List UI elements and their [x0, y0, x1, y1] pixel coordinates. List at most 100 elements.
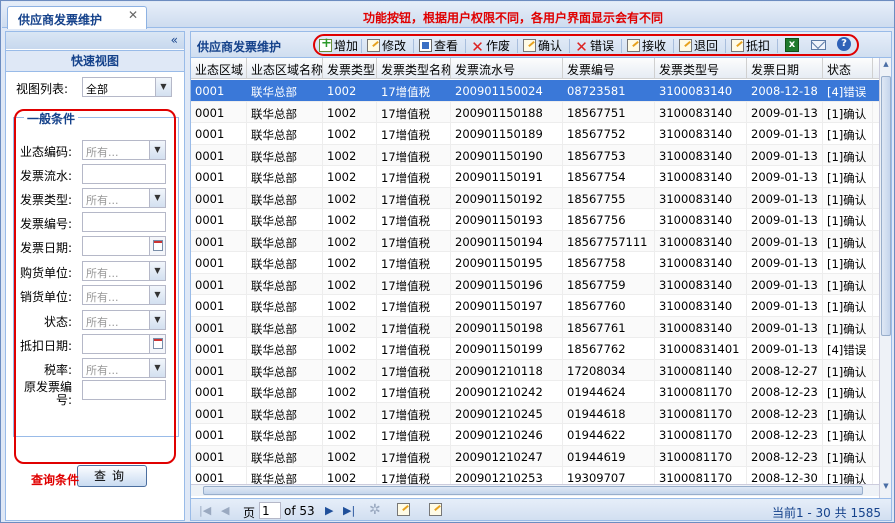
table-cell: 0001: [191, 338, 247, 359]
table-cell: 3100083140: [655, 80, 747, 101]
table-row[interactable]: 0001 联华总部 1002 17增值税 200901150198 18567761 310…: [191, 316, 879, 338]
next-page-icon[interactable]: ▶: [325, 504, 333, 517]
table-cell: 200901150198: [451, 316, 563, 338]
table-cell: 2009-01-13: [747, 123, 823, 144]
table-cell: 联华总部: [247, 123, 323, 144]
query-button[interactable]: 查询: [77, 465, 147, 487]
table-cell: [1]确认: [823, 316, 873, 338]
column-header[interactable]: 发票日期: [747, 58, 823, 79]
deduct-button[interactable]: 抵扣: [731, 37, 770, 55]
view-button[interactable]: 查看: [419, 37, 458, 55]
scroll-down-icon[interactable]: ▼: [881, 482, 891, 494]
table-cell: 3100083140: [655, 209, 747, 230]
table-row[interactable]: 0001 联华总部 1002 17增值税 200901150196 18567759 310…: [191, 273, 879, 295]
table-row[interactable]: 0001 联华总部 1002 17增值税 200901150191 18567754 310…: [191, 166, 879, 188]
table-cell: 17增值税: [377, 402, 451, 424]
table-cell: 1002: [323, 273, 377, 295]
table-row[interactable]: 0001 联华总部 1002 17增值税 200901210245 01944618 310…: [191, 402, 879, 424]
confirm-icon: [523, 39, 536, 52]
page-number-input[interactable]: 1: [259, 502, 281, 519]
view-list-value: 全部: [86, 83, 108, 96]
table-row[interactable]: 0001 联华总部 1002 17增值税 200901210118 17208034 310…: [191, 359, 879, 381]
table-row[interactable]: 0001 联华总部 1002 17增值税 200901150199 18567762 310…: [191, 338, 879, 360]
table-cell: 17增值税: [377, 273, 451, 295]
table-cell: 200901150191: [451, 166, 563, 187]
table-cell: 0001: [191, 445, 247, 467]
error-button[interactable]: ✕ 错误: [575, 37, 614, 55]
receive-button[interactable]: 接收: [627, 37, 666, 55]
table-cell: 0001: [191, 101, 247, 123]
void-button[interactable]: ✕ 作废: [471, 37, 510, 55]
scroll-thumb[interactable]: [881, 76, 891, 336]
table-cell: 联华总部: [247, 424, 323, 445]
table-cell: 17增值税: [377, 252, 451, 273]
table-cell: 01944622: [563, 424, 655, 445]
add-button[interactable]: 增加: [319, 36, 358, 55]
void-label: 作废: [486, 39, 511, 53]
separator: [621, 39, 622, 53]
table-cell: 2009-01-13: [747, 101, 823, 123]
column-header[interactable]: 发票编号: [563, 58, 655, 79]
table-cell: 3100081170: [655, 424, 747, 445]
help-icon[interactable]: ?: [837, 37, 851, 51]
table-row[interactable]: 0001 联华总部 1002 17增值税 200901150188 18567751 310…: [191, 101, 879, 123]
table-cell: 1002: [323, 166, 377, 187]
table-cell: 2009-01-13: [747, 209, 823, 230]
table-cell: 3100083140: [655, 166, 747, 187]
table-cell: 2008-12-23: [747, 402, 823, 424]
table-row[interactable]: 0001 联华总部 1002 17增值税 200901150194 18567757111…: [191, 230, 879, 252]
table-cell: [1]确认: [823, 252, 873, 273]
table-cell: 0001: [191, 187, 247, 209]
column-header[interactable]: 发票类型号: [655, 58, 747, 79]
table-row[interactable]: 0001 联华总部 1002 17增值税 200901210247 01944619 310…: [191, 445, 879, 467]
table-cell: 1002: [323, 187, 377, 209]
prev-page-icon[interactable]: ◀: [221, 504, 229, 517]
column-header[interactable]: 发票流水号: [451, 58, 563, 79]
scroll-up-icon[interactable]: ▲: [881, 60, 891, 72]
table-row[interactable]: 0001 联华总部 1002 17增值税 200901210242 01944624 310…: [191, 381, 879, 403]
table-row[interactable]: 0001 联华总部 1002 17增值税 200901150197 18567760 310…: [191, 295, 879, 317]
column-header[interactable]: 业态区域名称: [247, 58, 323, 79]
confirm-button[interactable]: 确认: [523, 37, 562, 55]
first-page-icon[interactable]: |◀: [199, 504, 211, 517]
table-cell: 2009-01-13: [747, 230, 823, 252]
edit-button[interactable]: 修改: [367, 37, 406, 55]
table-row[interactable]: 0001 联华总部 1002 17增值税 200901150193 18567756 310…: [191, 209, 879, 231]
table-row[interactable]: 0001 联华总部 1002 17增值税 200901150189 18567752 310…: [191, 123, 879, 145]
excel-icon[interactable]: x: [785, 38, 799, 52]
refresh-icon[interactable]: ✲: [369, 502, 381, 518]
column-header[interactable]: 业态区域: [191, 58, 247, 79]
horizontal-scrollbar[interactable]: [191, 484, 879, 496]
chevron-down-icon[interactable]: ▼: [155, 78, 171, 96]
column-header[interactable]: 发票类型名称: [377, 58, 451, 79]
return-button[interactable]: 退回: [679, 37, 718, 55]
table-cell: 18567752: [563, 123, 655, 144]
table-cell: 1002: [323, 295, 377, 316]
table-cell: 17增值税: [377, 123, 451, 144]
tab-invoice-maintenance[interactable]: 供应商发票维护 ✕: [7, 6, 147, 29]
table-cell: 18567754: [563, 166, 655, 187]
table-row[interactable]: 0001 联华总部 1002 17增值税 200901210246 01944622 310…: [191, 424, 879, 446]
mail-icon[interactable]: [811, 40, 826, 50]
vertical-scrollbar[interactable]: ▲ ▼: [879, 58, 891, 498]
last-page-icon[interactable]: ▶|: [343, 504, 355, 517]
column-header[interactable]: 发票类型: [323, 58, 377, 79]
view-list-select[interactable]: 全部 ▼: [82, 77, 172, 97]
table-row[interactable]: 0001 联华总部 1002 17增值税 200901150195 18567758 310…: [191, 252, 879, 274]
hscroll-thumb[interactable]: [203, 486, 863, 495]
print-icon[interactable]: [429, 503, 442, 519]
table-cell: 3100083140: [655, 295, 747, 316]
table-row[interactable]: 0001 联华总部 1002 17增值税 200901150190 18567753 310…: [191, 144, 879, 166]
close-icon[interactable]: ✕: [128, 8, 138, 22]
tab-label: 供应商发票维护: [18, 13, 103, 27]
table-cell: 联华总部: [247, 316, 323, 338]
add-icon: [319, 36, 332, 52]
table-row[interactable]: 0001 联华总部 1002 17增值税 200901150024 08723581 310…: [191, 80, 879, 102]
collapse-icon[interactable]: «: [6, 32, 184, 49]
pager: |◀ ◀ 页 1 of 53 ▶ ▶| ✲ 当前1 - 30 共 1585: [191, 498, 891, 520]
receive-icon: [627, 39, 640, 52]
table-row[interactable]: 0001 联华总部 1002 17增值税 200901150192 18567755 310…: [191, 187, 879, 209]
export-icon[interactable]: [397, 503, 410, 519]
column-header[interactable]: 状态: [823, 58, 873, 79]
table-cell: 2008-12-27: [747, 359, 823, 381]
